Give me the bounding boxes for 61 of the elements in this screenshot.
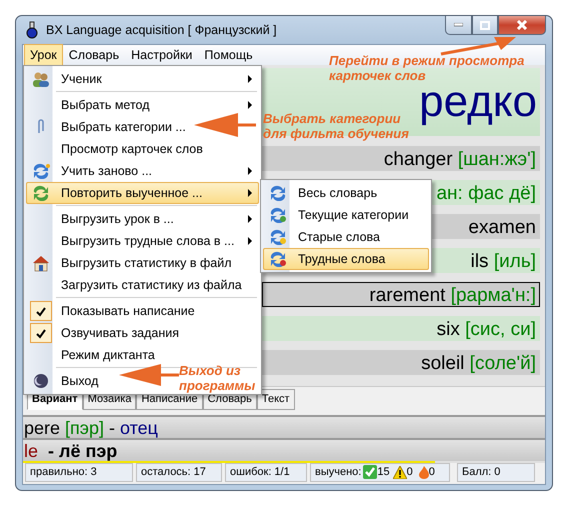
- flame-icon: [418, 466, 429, 478]
- refresh-icon: [32, 185, 50, 201]
- paperclip-icon: [37, 119, 45, 135]
- answer-row[interactable]: six [сис, си]: [262, 316, 540, 341]
- answer-row[interactable]: changer [шан:жэ']: [262, 146, 540, 171]
- users-icon: [32, 71, 50, 87]
- menu-item[interactable]: Учить заново ...: [55, 162, 152, 180]
- menu-item[interactable]: Режим диктанта: [55, 346, 155, 364]
- learned-count: 15: [377, 464, 390, 480]
- minimize-button[interactable]: [445, 16, 472, 35]
- answer-row[interactable]: soleil [соле'й]: [262, 350, 540, 375]
- refresh-icon: [269, 185, 287, 201]
- menu-item[interactable]: Ученик: [55, 70, 102, 88]
- warning-icon: [392, 466, 407, 478]
- menu-item[interactable]: Старые слова: [263, 226, 429, 248]
- checkmark-icon: [363, 465, 378, 479]
- menu-item[interactable]: Показывать написание: [55, 302, 195, 320]
- menu-item[interactable]: Настройки: [125, 44, 198, 66]
- menu-item[interactable]: Просмотр карточек слов: [55, 140, 203, 158]
- menu-item[interactable]: Озвучивать задания: [55, 324, 180, 342]
- status-text: осталось: 17: [136, 462, 222, 482]
- house-icon: [32, 254, 50, 272]
- menu-item[interactable]: Словарь: [62, 44, 126, 66]
- menu-item[interactable]: Выгрузить трудные слова в ...: [55, 232, 234, 250]
- window-title: BX Language acquisition [ Французский ]: [46, 22, 277, 39]
- moon-icon: [33, 373, 49, 389]
- menu-item[interactable]: Текущие категории: [263, 204, 429, 226]
- close-button[interactable]: [498, 16, 546, 35]
- minimize-icon: [454, 23, 463, 27]
- annotation-text: Перейти в режим просмотра карточек слов: [329, 53, 524, 83]
- maximize-icon: [480, 20, 490, 30]
- hard-count: 0: [428, 464, 435, 480]
- refresh-icon: [269, 251, 287, 267]
- menu-item[interactable]: Выгрузить статистику в файл: [55, 254, 232, 272]
- refresh-icon: [269, 207, 287, 223]
- refresh-icon: [269, 229, 287, 245]
- menu-item[interactable]: Весь словарь: [263, 182, 429, 204]
- menu-item[interactable]: Урок: [24, 44, 63, 66]
- menu-item[interactable]: Выбрать категории ...: [55, 118, 186, 136]
- status-text: выучено:: [315, 464, 362, 480]
- menu-item[interactable]: Выбрать метод: [55, 96, 150, 114]
- annotation-text: Выбрать категории для фильта обучения: [263, 111, 409, 141]
- maximize-button[interactable]: [472, 16, 498, 35]
- arrow: [194, 113, 256, 137]
- answer-row[interactable]: rarement [рарма'н:]: [262, 282, 540, 307]
- flask-icon: [26, 21, 38, 39]
- mode-tab[interactable]: Текст: [256, 389, 295, 410]
- last-answer: pere [пэр] - отец: [23, 414, 545, 438]
- menu-item[interactable]: Трудные слова: [263, 248, 429, 270]
- refresh-icon: [32, 163, 50, 179]
- status-text: Балл: 0: [457, 462, 535, 482]
- menu-item[interactable]: Выгрузить урок в ...: [55, 210, 174, 228]
- menu-item[interactable]: Помощь: [198, 44, 259, 66]
- close-icon: [516, 20, 528, 30]
- arrow: [119, 364, 179, 386]
- status-text: правильно: 3: [25, 462, 133, 482]
- menu-item[interactable]: Загрузить статистику из файла: [55, 276, 242, 294]
- status-text: ошибок: 1/1: [225, 462, 307, 482]
- menu-item[interactable]: Повторить выученное ...: [26, 182, 259, 204]
- warned-count: 0: [406, 464, 413, 480]
- menu-item[interactable]: Выход: [55, 372, 98, 390]
